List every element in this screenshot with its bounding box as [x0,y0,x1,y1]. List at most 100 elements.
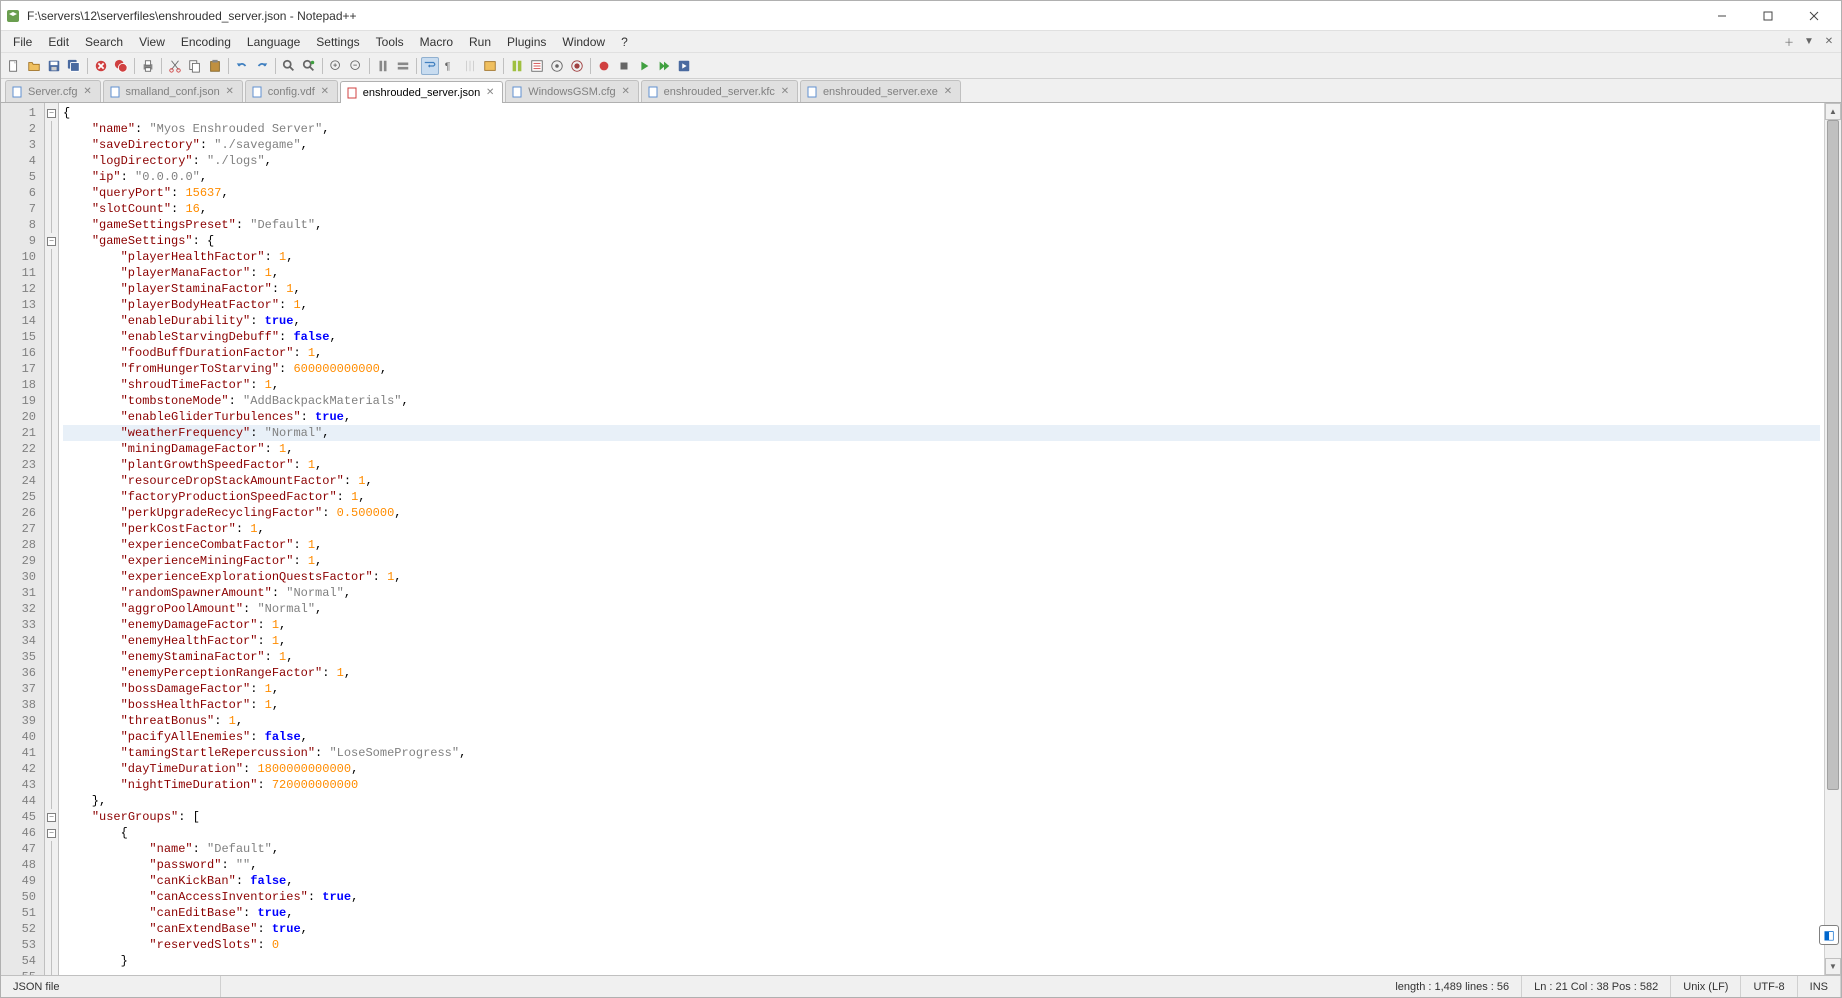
minimize-button[interactable] [1699,1,1745,31]
record-macro-icon[interactable] [595,57,613,75]
wordwrap-icon[interactable] [421,57,439,75]
zoom-in-icon[interactable] [327,57,345,75]
code-line[interactable]: "ip": "0.0.0.0", [63,169,1820,185]
status-eol[interactable]: Unix (LF) [1671,976,1741,997]
func-list-icon[interactable] [528,57,546,75]
maximize-button[interactable] [1745,1,1791,31]
scroll-thumb[interactable] [1827,120,1839,790]
cut-icon[interactable] [166,57,184,75]
code-line[interactable]: "playerManaFactor": 1, [63,265,1820,281]
show-all-chars-icon[interactable]: ¶ [441,57,459,75]
code-line[interactable]: "userGroups": [ [63,809,1820,825]
code-line[interactable]: "name": "Myos Enshrouded Server", [63,121,1820,137]
code-line[interactable] [63,969,1820,975]
save-icon[interactable] [45,57,63,75]
doc-map-icon[interactable] [508,57,526,75]
scroll-track[interactable] [1825,120,1841,958]
code-line[interactable]: "resourceDropStackAmountFactor": 1, [63,473,1820,489]
menu-file[interactable]: File [5,33,40,51]
menu-view[interactable]: View [131,33,173,51]
code-line[interactable]: "experienceCombatFactor": 1, [63,537,1820,553]
code-line[interactable]: "plantGrowthSpeedFactor": 1, [63,457,1820,473]
tab-smalland-conf-json[interactable]: smalland_conf.json✕ [103,80,243,102]
save-macro-icon[interactable] [675,57,693,75]
tab-server-cfg[interactable]: Server.cfg✕ [5,80,101,102]
code-line[interactable]: "name": "Default", [63,841,1820,857]
tab-enshrouded-server-json[interactable]: enshrouded_server.json✕ [340,81,503,103]
code-line[interactable]: "tamingStartleRepercussion": "LoseSomePr… [63,745,1820,761]
menu-edit[interactable]: Edit [40,33,77,51]
sync-v-icon[interactable] [374,57,392,75]
code-line[interactable]: "gameSettings": { [63,233,1820,249]
menu-window[interactable]: Window [554,33,613,51]
paste-icon[interactable] [206,57,224,75]
tab-close-icon[interactable]: ✕ [620,86,632,98]
menu-language[interactable]: Language [239,33,308,51]
close-button[interactable] [1791,1,1837,31]
code-line[interactable]: { [63,825,1820,841]
code-line[interactable]: "tombstoneMode": "AddBackpackMaterials", [63,393,1820,409]
tab-enshrouded-server-exe[interactable]: enshrouded_server.exe✕ [800,80,961,102]
tab-config-vdf[interactable]: config.vdf✕ [245,80,338,102]
code-line[interactable]: "fromHungerToStarving": 600000000000, [63,361,1820,377]
code-line[interactable]: "perkCostFactor": 1, [63,521,1820,537]
code-line[interactable]: } [63,953,1820,969]
code-line[interactable]: }, [63,793,1820,809]
code-area[interactable]: { "name": "Myos Enshrouded Server", "sav… [59,103,1824,975]
menu-plugins[interactable]: Plugins [499,33,554,51]
code-line[interactable]: "enemyHealthFactor": 1, [63,633,1820,649]
code-line[interactable]: "enableStarvingDebuff": false, [63,329,1820,345]
play-multi-icon[interactable] [655,57,673,75]
fold-margin[interactable]: − − − − [45,103,59,975]
code-line[interactable]: "playerHealthFactor": 1, [63,249,1820,265]
close-all-icon[interactable] [112,57,130,75]
tab-windowsgsm-cfg[interactable]: WindowsGSM.cfg✕ [505,80,638,102]
tab-close-icon[interactable]: ✕ [224,86,236,98]
close-tab-button[interactable]: ✕ [1821,34,1837,50]
monitoring-icon[interactable] [568,57,586,75]
menu-tools[interactable]: Tools [368,33,412,51]
code-line[interactable]: "playerStaminaFactor": 1, [63,281,1820,297]
code-line[interactable]: "weatherFrequency": "Normal", [63,425,1820,441]
tab-close-icon[interactable]: ✕ [319,86,331,98]
scroll-up-button[interactable]: ▲ [1825,103,1841,120]
code-line[interactable]: "randomSpawnerAmount": "Normal", [63,585,1820,601]
code-line[interactable]: "gameSettingsPreset": "Default", [63,217,1820,233]
scroll-down-button[interactable]: ▼ [1825,958,1841,975]
code-line[interactable]: "aggroPoolAmount": "Normal", [63,601,1820,617]
code-line[interactable]: "canAccessInventories": true, [63,889,1820,905]
editor[interactable]: 1234567891011121314151617181920212223242… [1,103,1841,975]
code-line[interactable]: "experienceExplorationQuestsFactor": 1, [63,569,1820,585]
code-line[interactable]: "experienceMiningFactor": 1, [63,553,1820,569]
menu-settings[interactable]: Settings [308,33,367,51]
tab-close-icon[interactable]: ✕ [82,86,94,98]
close-icon[interactable] [92,57,110,75]
code-line[interactable]: "perkUpgradeRecyclingFactor": 0.500000, [63,505,1820,521]
code-line[interactable]: "reservedSlots": 0 [63,937,1820,953]
fold-toggle-icon[interactable]: − [47,829,56,838]
indent-guide-icon[interactable] [461,57,479,75]
lang-icon[interactable] [481,57,499,75]
code-line[interactable]: "dayTimeDuration": 1800000000000, [63,761,1820,777]
redo-icon[interactable] [253,57,271,75]
code-line[interactable]: "canEditBase": true, [63,905,1820,921]
menu-macro[interactable]: Macro [412,33,461,51]
code-line[interactable]: "logDirectory": "./logs", [63,153,1820,169]
code-line[interactable]: "miningDamageFactor": 1, [63,441,1820,457]
status-encoding[interactable]: UTF-8 [1741,976,1797,997]
play-macro-icon[interactable] [635,57,653,75]
tab-close-icon[interactable]: ✕ [484,87,496,99]
open-file-icon[interactable] [25,57,43,75]
code-line[interactable]: "canKickBan": false, [63,873,1820,889]
code-line[interactable]: "playerBodyHeatFactor": 1, [63,297,1820,313]
save-all-icon[interactable] [65,57,83,75]
tab-enshrouded-server-kfc[interactable]: enshrouded_server.kfc✕ [641,80,798,102]
code-line[interactable]: "foodBuffDurationFactor": 1, [63,345,1820,361]
status-insert-mode[interactable]: INS [1798,976,1841,997]
fold-toggle-icon[interactable]: − [47,237,56,246]
folder-view-icon[interactable] [548,57,566,75]
fold-toggle-icon[interactable]: − [47,109,56,118]
code-line[interactable]: "canExtendBase": true, [63,921,1820,937]
fold-toggle-icon[interactable]: − [47,813,56,822]
doclist-toggle-icon[interactable]: ◧ [1819,925,1839,945]
